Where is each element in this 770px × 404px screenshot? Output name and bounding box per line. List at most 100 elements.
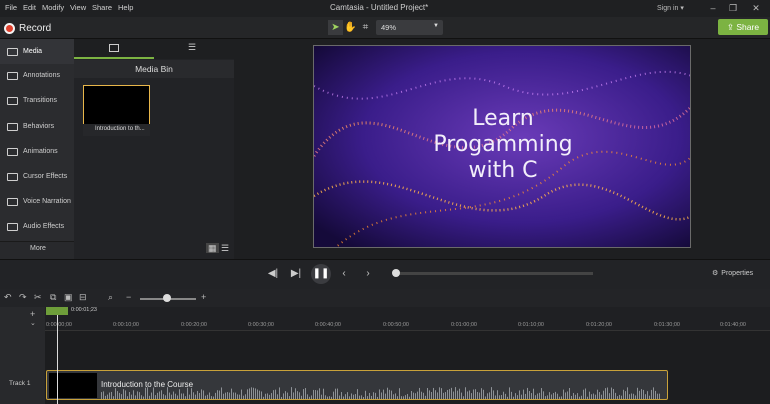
more-button[interactable]: More — [30, 245, 46, 252]
scrub-handle[interactable] — [392, 269, 400, 277]
scrub-track[interactable] — [393, 272, 593, 275]
cursor-effects-icon — [7, 172, 18, 181]
sidebar-item-label: Annotations — [23, 72, 60, 79]
sidebar-item-label: Behaviors — [23, 123, 55, 130]
zoom-select[interactable]: 49% ▼ — [376, 20, 443, 35]
paste-icon[interactable]: ▣ — [64, 292, 73, 303]
tab-library[interactable]: ☰ — [154, 39, 234, 59]
timeline-toolbar — [0, 289, 770, 307]
transitions-icon — [7, 96, 18, 105]
sidebar-item-annotations[interactable]: Annotations — [0, 63, 74, 88]
record-button[interactable]: Record — [4, 21, 51, 35]
add-track-icon[interactable]: + — [30, 309, 35, 319]
playhead-line[interactable] — [57, 315, 58, 404]
play-forward-icon[interactable]: ▶| — [288, 266, 304, 282]
track-header-column — [0, 307, 45, 404]
sidebar-item-audio-effects[interactable]: Audio Effects — [0, 214, 74, 239]
sidebar-item-label: Voice Narration — [23, 198, 71, 205]
sign-in-menu[interactable]: Sign in ▾ — [657, 4, 684, 12]
zoom-value: 49% — [381, 23, 397, 32]
sidebar-item-cursor-effects[interactable]: Cursor Effects — [0, 164, 74, 189]
menu-help[interactable]: Help — [118, 3, 133, 12]
ruler-tick-label: 0:00:00;00 — [46, 322, 72, 328]
ruler-tick-label: 0:00:30;00 — [248, 322, 274, 328]
audio-effects-icon — [7, 222, 18, 231]
zoom-in-icon[interactable]: + — [201, 292, 206, 302]
previous-frame-icon[interactable]: ‹ — [336, 266, 352, 282]
microphone-icon — [7, 197, 18, 206]
timeline-zoom-handle[interactable] — [163, 294, 171, 302]
sidebar-item-label: Animations — [23, 148, 58, 155]
ruler-tick-label: 0:01:00;00 — [451, 322, 477, 328]
share-icon: ⇪ — [726, 22, 737, 32]
chevron-down-icon: ▼ — [433, 23, 439, 29]
ruler-tick-label: 0:00:50;00 — [383, 322, 409, 328]
menu-edit[interactable]: Edit — [23, 3, 36, 12]
ruler-tick-label: 0:01:20;00 — [586, 322, 612, 328]
ruler-tick-label: 0:01:40;00 — [720, 322, 746, 328]
menu-share[interactable]: Share — [92, 3, 112, 12]
view-toggle[interactable]: ▦ ☰ — [206, 243, 229, 254]
sidebar-item-label: Transitions — [23, 97, 57, 104]
collapse-icon[interactable]: ⌄ — [30, 319, 36, 327]
ruler-tick-label: 0:00:40;00 — [315, 322, 341, 328]
pause-button[interactable]: ❚❚ — [311, 264, 331, 284]
grid-view-icon[interactable]: ▦ — [206, 243, 219, 253]
menu-file[interactable]: File — [5, 3, 17, 12]
split-icon[interactable]: ⊟ — [79, 292, 87, 303]
media-icon — [7, 47, 18, 56]
menu-modify[interactable]: Modify — [42, 3, 64, 12]
minimize-icon[interactable]: – — [702, 1, 724, 15]
sidebar-item-media[interactable]: Media — [0, 39, 74, 64]
playback-bar — [0, 259, 770, 289]
share-label: Share — [736, 22, 760, 32]
list-icon: ☰ — [188, 42, 197, 52]
share-button[interactable]: ⇪ Share — [718, 19, 768, 35]
sidebar-item-label: Cursor Effects — [23, 173, 68, 180]
media-bin-title: Media Bin — [74, 60, 234, 78]
animations-icon — [7, 147, 18, 156]
step-back-icon[interactable]: ◀| — [265, 266, 281, 282]
film-icon — [109, 44, 119, 52]
preview-canvas[interactable]: Learn Progamming with C — [313, 45, 691, 248]
ruler-tick-label: 0:00:20;00 — [181, 322, 207, 328]
next-frame-icon[interactable]: › — [360, 266, 376, 282]
crop-tool-icon[interactable]: ⌗ — [358, 20, 373, 35]
audio-waveform — [101, 387, 660, 399]
zoom-out-icon[interactable]: − — [126, 292, 131, 302]
pan-tool-icon[interactable]: ✋ — [343, 20, 358, 35]
playhead-handle[interactable] — [46, 307, 68, 315]
ruler-tick-label: 0:01:10;00 — [518, 322, 544, 328]
sidebar-item-transitions[interactable]: Transitions — [0, 88, 74, 113]
playhead-time: 0:00:01;23 — [71, 307, 97, 313]
undo-icon[interactable]: ↶ — [4, 292, 12, 303]
properties-label: Properties — [721, 269, 754, 277]
sidebar-item-behaviors[interactable]: Behaviors — [0, 114, 74, 139]
ruler-tick-label: 0:00:10;00 — [113, 322, 139, 328]
annotations-icon — [7, 71, 18, 80]
zoom-icon[interactable]: ⌕ — [108, 292, 113, 303]
behaviors-icon — [7, 122, 18, 131]
pointer-tool-icon[interactable]: ➤ — [328, 20, 343, 35]
sidebar-item-label: Media — [23, 48, 43, 55]
restore-icon[interactable]: ❐ — [722, 1, 744, 15]
timeline-clip[interactable]: Introduction to the Course — [46, 370, 668, 400]
window-title: Camtasia - Untitled Project* — [330, 3, 429, 12]
gear-icon: ⚙ — [712, 270, 719, 277]
redo-icon[interactable]: ↷ — [19, 292, 27, 303]
preview-title-text: Learn Progamming with C — [433, 106, 573, 183]
record-icon — [4, 22, 15, 34]
copy-icon[interactable]: ⧉ — [50, 292, 56, 303]
close-icon[interactable]: ✕ — [745, 1, 767, 15]
properties-button[interactable]: ⚙ Properties — [712, 266, 753, 280]
sidebar-item-animations[interactable]: Animations — [0, 139, 74, 164]
sidebar-item-label: Audio Effects — [23, 223, 65, 230]
cut-icon[interactable]: ✂ — [34, 292, 42, 303]
tab-media-bin[interactable] — [74, 39, 154, 59]
list-view-icon[interactable]: ☰ — [221, 243, 229, 253]
media-clip-label: Introduction to th... — [83, 124, 150, 136]
track-label: Track 1 — [9, 380, 31, 387]
menu-view[interactable]: View — [70, 3, 86, 12]
sidebar-item-voice-narration[interactable]: Voice Narration — [0, 189, 74, 214]
record-label: Record — [19, 22, 52, 34]
